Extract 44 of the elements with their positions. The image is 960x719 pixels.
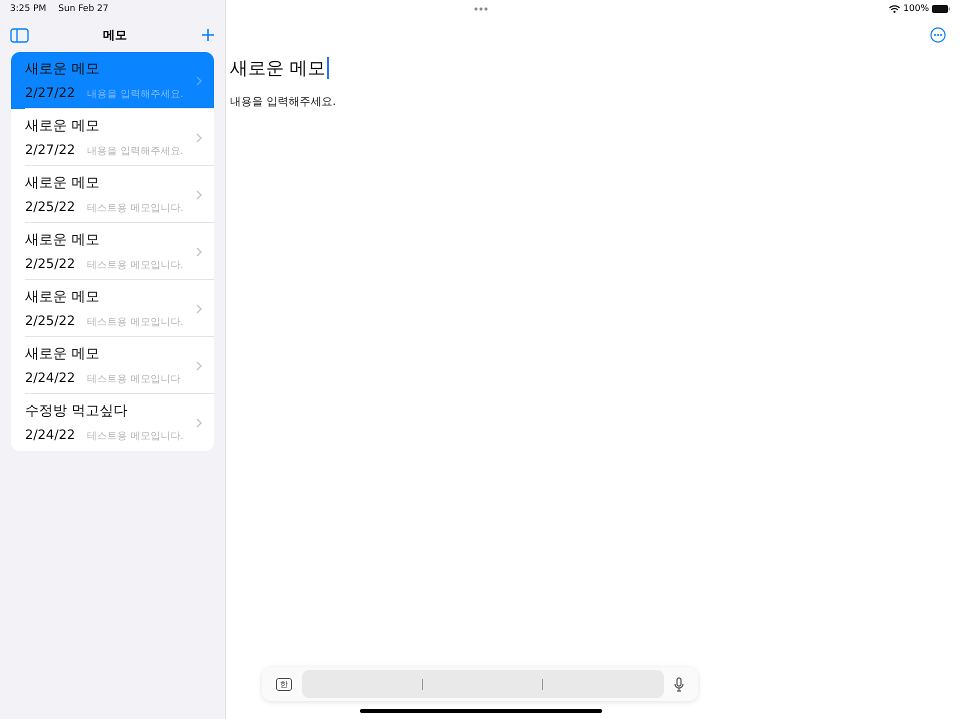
chevron-icon	[196, 190, 202, 200]
note-title: 새로운 메모	[25, 345, 100, 363]
status-date: Sun Feb 27	[58, 4, 108, 14]
language-key[interactable]: 한	[276, 678, 292, 690]
status-time: 3:25 PM	[10, 4, 46, 14]
chevron-icon	[196, 418, 202, 428]
note-title: 새로운 메모	[25, 288, 100, 306]
chevron-icon	[196, 76, 202, 86]
note-title: 새로운 메모	[25, 117, 100, 135]
chevron-icon	[196, 304, 202, 314]
note-row[interactable]: 새로운 메모 2/27/22 내용을 입력해주세요.	[11, 52, 214, 109]
note-date: 2/25/22	[25, 257, 76, 272]
note-preview: 테스트용 메모입니다.	[87, 259, 184, 272]
wifi-icon	[889, 5, 900, 13]
more-options-icon[interactable]	[930, 27, 946, 43]
note-title: 새로운 메모	[25, 174, 100, 192]
text-cursor	[326, 57, 329, 79]
note-date: 2/25/22	[25, 314, 76, 329]
battery-percent: 100%	[903, 4, 929, 14]
chevron-icon	[196, 246, 202, 256]
note-preview: 테스트용 메모입니다.	[87, 202, 184, 215]
chevron-icon	[196, 360, 202, 370]
note-body-field[interactable]: 내용을 입력해주세요.	[226, 80, 960, 109]
note-date: 2/27/22	[25, 143, 76, 158]
multitasking-dots-icon[interactable]	[474, 7, 488, 11]
note-title: 새로운 메모	[25, 60, 100, 78]
note-title: 수정방 먹고싶다	[25, 402, 128, 420]
note-title: 새로운 메모	[25, 231, 100, 249]
battery-icon	[932, 5, 950, 13]
note-title-field[interactable]: 새로운 메모	[230, 56, 326, 80]
note-preview: 테스트용 메모입니다.	[87, 430, 184, 443]
sidebar-toggle-icon[interactable]	[10, 28, 29, 42]
note-date: 2/24/22	[25, 428, 76, 443]
note-date: 2/25/22	[25, 200, 76, 215]
note-preview: 내용을 입력해주세요.	[87, 88, 184, 101]
note-preview: 테스트용 메모입니다	[87, 373, 180, 386]
note-date: 2/24/22	[25, 371, 76, 386]
note-preview: 테스트용 메모입니다.	[87, 316, 184, 329]
note-date: 2/27/22	[25, 86, 76, 101]
microphone-icon[interactable]	[674, 676, 684, 692]
add-icon[interactable]	[201, 28, 215, 42]
note-preview: 내용을 입력해주세요.	[87, 145, 184, 158]
sidebar-title: 메모	[103, 26, 127, 44]
chevron-icon	[196, 132, 202, 142]
